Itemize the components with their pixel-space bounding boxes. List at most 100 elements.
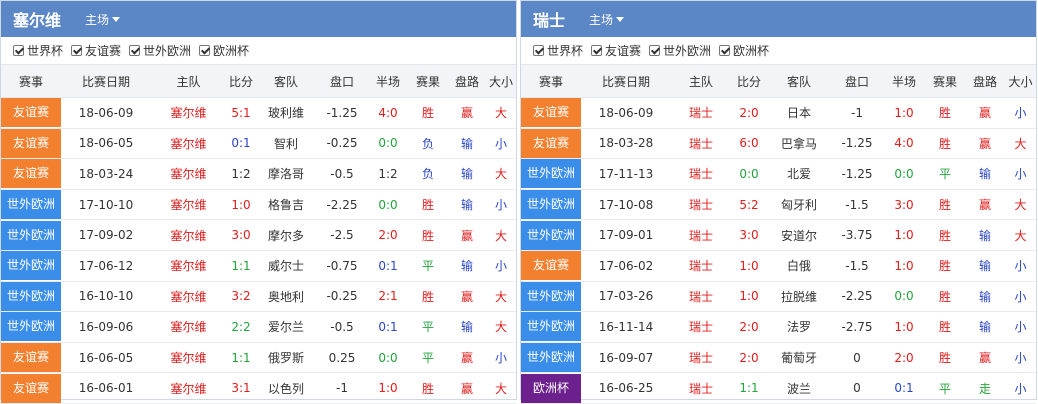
away-team-cell[interactable]: 匈牙利 [767,189,831,221]
home-team-cell[interactable]: 瑞士 [671,158,731,190]
filter-wc-qualifier-europe[interactable]: 世外欧洲 [129,42,191,59]
table-row[interactable]: 世外欧洲 17-09-01 瑞士 3:0 安道尔 -3.75 1:0 胜输大 [521,219,1036,251]
event-badge[interactable]: 世外欧洲 [1,220,61,250]
date-cell: 16-11-14 [581,311,671,343]
table-row[interactable]: 友谊赛 18-06-09 瑞士 2:0 日本 -1 1:0 胜赢小 [521,97,1036,129]
away-team-cell[interactable]: 北爱 [767,158,831,190]
filter-euro-cup[interactable]: 欧洲杯 [199,42,249,59]
table-row[interactable]: 世外欧洲 16-09-06 塞尔维 2:2 爱尔兰 -0.5 0:1 平输大 [1,311,516,343]
event-badge[interactable]: 友谊赛 [1,373,61,403]
home-team-cell[interactable]: 瑞士 [671,128,731,160]
event-badge[interactable]: 欧洲杯 [521,373,581,403]
away-team-cell[interactable]: 白俄 [767,250,831,282]
home-team-cell[interactable]: 瑞士 [671,342,731,374]
filter-friendly[interactable]: 友谊赛 [71,42,121,59]
home-team-cell[interactable]: 瑞士 [671,372,731,404]
event-badge[interactable]: 友谊赛 [1,159,61,189]
table-row[interactable]: 世外欧洲 16-09-07 瑞士 2:0 葡萄牙 0 2:0 胜赢小 [521,342,1036,374]
score-cell: 1:0 [226,189,256,221]
filter-euro-cup[interactable]: 欧洲杯 [719,42,769,59]
away-team-cell[interactable]: 波兰 [767,372,831,404]
home-team-cell[interactable]: 瑞士 [671,219,731,251]
away-team-cell[interactable]: 玻利维 [256,97,316,129]
home-team-cell[interactable]: 塞尔维 [151,219,226,251]
home-team-cell[interactable]: 瑞士 [671,97,731,129]
event-badge[interactable]: 世外欧洲 [1,190,61,219]
event-badge[interactable]: 世外欧洲 [1,312,61,342]
home-team-cell[interactable]: 瑞士 [671,189,731,221]
table-row[interactable]: 世外欧洲 17-06-12 塞尔维 1:1 威尔士 -0.75 0:1 平输小 [1,250,516,282]
checkbox-checked-icon[interactable] [199,45,211,56]
checkbox-checked-icon[interactable] [129,45,141,56]
away-team-cell[interactable]: 日本 [767,97,831,129]
event-badge[interactable]: 世外欧洲 [1,281,61,311]
table-row[interactable]: 世外欧洲 17-03-26 瑞士 1:0 拉脱维 -2.25 0:0 胜输小 [521,281,1036,313]
filter-friendly[interactable]: 友谊赛 [591,42,641,59]
event-badge[interactable]: 友谊赛 [521,128,581,158]
event-badge[interactable]: 友谊赛 [521,98,581,128]
away-team-cell[interactable]: 以色列 [256,372,316,404]
home-team-cell[interactable]: 瑞士 [671,250,731,282]
filter-world-cup[interactable]: 世界杯 [533,42,583,59]
home-team-cell[interactable]: 塞尔维 [151,281,226,313]
event-badge[interactable]: 友谊赛 [1,98,61,128]
filter-wc-qualifier-europe[interactable]: 世外欧洲 [649,42,711,59]
away-team-cell[interactable]: 摩洛哥 [256,158,316,190]
table-row[interactable]: 友谊赛 18-06-09 塞尔维 5:1 玻利维 -1.25 4:0 胜赢大 [1,97,516,129]
checkbox-checked-icon[interactable] [71,45,83,56]
table-row[interactable]: 友谊赛 18-03-28 瑞士 6:0 巴拿马 -1.25 4:0 胜赢大 [521,128,1036,160]
event-badge[interactable]: 世外欧洲 [521,312,581,342]
event-badge[interactable]: 友谊赛 [1,128,61,158]
away-team-cell[interactable]: 智利 [256,128,316,160]
away-team-cell[interactable]: 格鲁吉 [256,189,316,221]
event-badge[interactable]: 世外欧洲 [521,281,581,311]
event-badge[interactable]: 世外欧洲 [1,251,61,281]
home-team-cell[interactable]: 塞尔维 [151,128,226,160]
checkbox-checked-icon[interactable] [649,45,661,56]
venue-dropdown[interactable]: 主场 [85,11,121,28]
event-badge[interactable]: 世外欧洲 [521,159,581,189]
away-team-cell[interactable]: 摩尔多 [256,219,316,251]
table-row[interactable]: 友谊赛 16-06-05 塞尔维 1:1 俄罗斯 0.25 0:0 平赢小 [1,342,516,374]
away-team-cell[interactable]: 奥地利 [256,281,316,313]
home-team-cell[interactable]: 塞尔维 [151,342,226,374]
event-badge[interactable]: 友谊赛 [1,343,61,372]
away-team-cell[interactable]: 葡萄牙 [767,342,831,374]
table-row[interactable]: 世外欧洲 17-11-13 瑞士 0:0 北爱 -1.25 0:0 平输小 [521,158,1036,190]
event-badge[interactable]: 世外欧洲 [521,220,581,250]
table-row[interactable]: 友谊赛 18-06-05 塞尔维 0:1 智利 -0.25 0:0 负输小 [1,128,516,160]
event-badge[interactable]: 世外欧洲 [521,190,581,219]
event-badge[interactable]: 友谊赛 [521,251,581,281]
away-team-cell[interactable]: 爱尔兰 [256,311,316,343]
table-row[interactable]: 世外欧洲 17-09-02 塞尔维 3:0 摩尔多 -2.5 2:0 胜赢大 [1,219,516,251]
home-team-cell[interactable]: 塞尔维 [151,311,226,343]
away-team-cell[interactable]: 安道尔 [767,219,831,251]
table-row[interactable]: 世外欧洲 17-10-08 瑞士 5:2 匈牙利 -1.5 3:0 胜赢大 [521,189,1036,221]
checkbox-checked-icon[interactable] [13,45,24,56]
home-team-cell[interactable]: 塞尔维 [151,372,226,404]
home-team-cell[interactable]: 塞尔维 [151,250,226,282]
home-team-cell[interactable]: 塞尔维 [151,158,226,190]
table-row[interactable]: 友谊赛 17-06-02 瑞士 1:0 白俄 -1.5 1:0 胜输小 [521,250,1036,282]
home-team-cell[interactable]: 塞尔维 [151,189,226,221]
table-row[interactable]: 世外欧洲 16-11-14 瑞士 2:0 法罗 -2.75 1:0 胜输小 [521,311,1036,343]
checkbox-checked-icon[interactable] [591,45,603,56]
table-row[interactable]: 友谊赛 16-06-01 塞尔维 3:1 以色列 -1 1:0 胜赢大 [1,372,516,404]
event-badge[interactable]: 世外欧洲 [521,343,581,372]
away-team-cell[interactable]: 拉脱维 [767,281,831,313]
venue-dropdown[interactable]: 主场 [589,11,625,28]
away-team-cell[interactable]: 俄罗斯 [256,342,316,374]
table-row[interactable]: 欧洲杯 16-06-25 瑞士 1:1 波兰 0 0:1 平走小 [521,372,1036,404]
away-team-cell[interactable]: 威尔士 [256,250,316,282]
home-team-cell[interactable]: 塞尔维 [151,97,226,129]
filter-world-cup[interactable]: 世界杯 [13,42,63,59]
home-team-cell[interactable]: 瑞士 [671,311,731,343]
table-row[interactable]: 世外欧洲 17-10-10 塞尔维 1:0 格鲁吉 -2.25 0:0 胜输小 [1,189,516,221]
checkbox-checked-icon[interactable] [719,45,731,56]
table-row[interactable]: 世外欧洲 16-10-10 塞尔维 3:2 奥地利 -0.25 2:1 胜赢大 [1,281,516,313]
away-team-cell[interactable]: 法罗 [767,311,831,343]
home-team-cell[interactable]: 瑞士 [671,281,731,313]
checkbox-checked-icon[interactable] [533,45,544,56]
away-team-cell[interactable]: 巴拿马 [767,128,831,160]
table-row[interactable]: 友谊赛 18-03-24 塞尔维 1:2 摩洛哥 -0.5 1:2 负输大 [1,158,516,190]
